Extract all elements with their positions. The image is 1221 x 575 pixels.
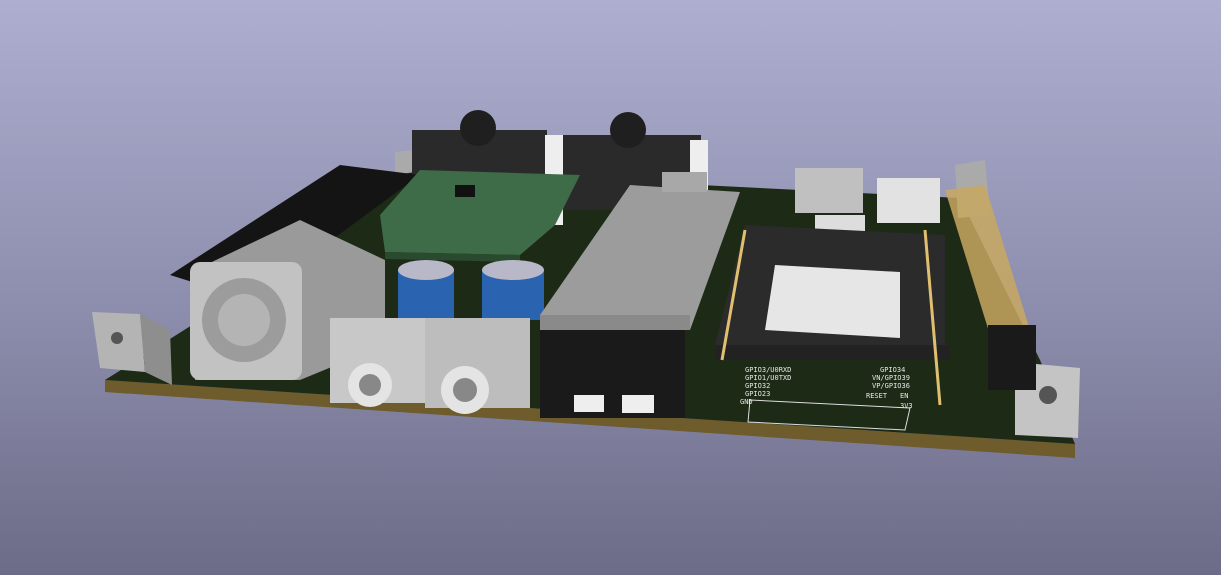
capacitor (398, 260, 454, 320)
audio-jack (425, 318, 530, 414)
silk-label: GND (740, 398, 753, 406)
esp32-module (715, 225, 950, 360)
silk-label: EN (900, 392, 908, 400)
silk-label: VP/GPIO36 (872, 382, 910, 390)
pcb-3d-scene: GPIO3/U0RXD GPIO1/U0TXD GPIO32 GPIO23 GN… (92, 110, 1080, 458)
silk-label: GPIO32 (745, 382, 770, 390)
silk-label: GPIO3/U0RXD (745, 366, 791, 374)
silk-label: GPIO1/U0TXD (745, 374, 791, 382)
silk-label: RESET (866, 392, 888, 400)
audio-jack (330, 318, 425, 407)
silk-label: GPIO23 (745, 390, 770, 398)
silk-label: GPIO34 (880, 366, 905, 374)
capacitor (482, 260, 544, 320)
silk-label: VN/GPIO39 (872, 374, 910, 382)
silk-label: 3V3 (900, 402, 913, 410)
